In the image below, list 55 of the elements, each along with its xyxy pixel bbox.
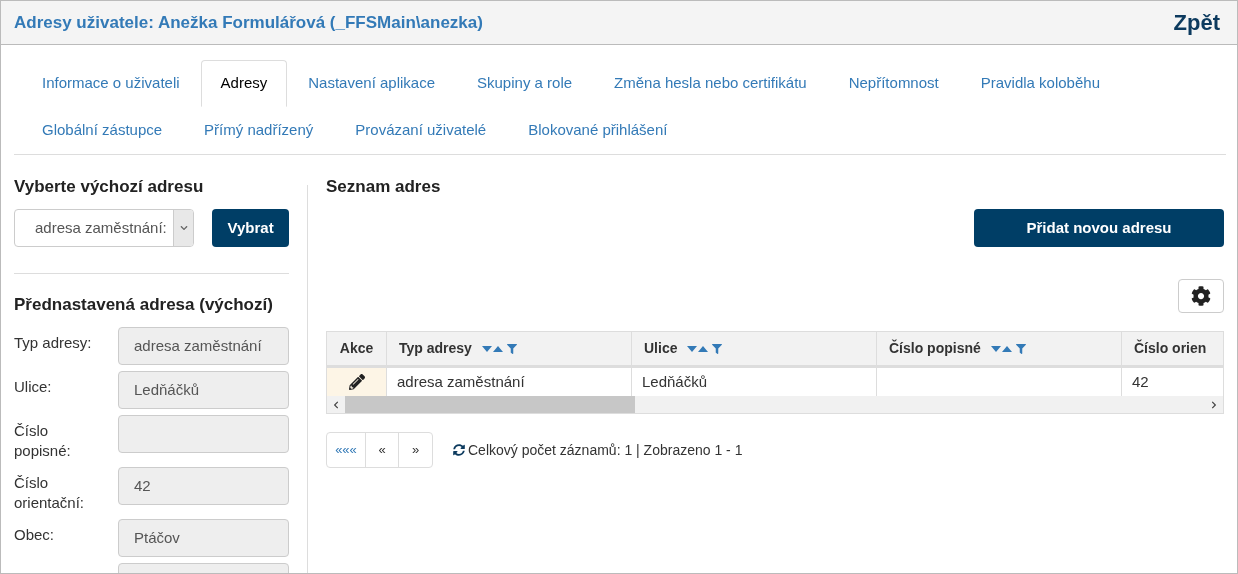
tab[interactable]: Globální zástupce: [21, 107, 184, 154]
tab[interactable]: Provázaní uživatelé: [334, 107, 508, 154]
input-field[interactable]: Ledňáčků: [118, 371, 289, 409]
table-cell-text: 42: [1132, 371, 1149, 392]
next-page-button[interactable]: »: [399, 433, 432, 467]
section-heading: Přednastavená adresa (výchozí): [14, 295, 274, 315]
chevron-down-icon: [179, 224, 188, 232]
page-title: Adresy uživatele: Anežka Formulářová (_FFSMain\anezka): [14, 11, 483, 34]
tab[interactable]: Nastavení aplikace: [287, 60, 456, 107]
sort-icon[interactable]: [481, 344, 504, 353]
section-heading: Vyberte výchozí adresu: [14, 177, 205, 197]
select-button[interactable]: Vybrat: [212, 209, 289, 247]
field-label: Číslo popisné:: [14, 422, 71, 459]
column-header[interactable]: Typ adresy: [387, 332, 632, 365]
column-header[interactable]: Číslo orien: [1122, 332, 1223, 365]
tab[interactable]: Pravidla koloběhu: [959, 60, 1121, 107]
tab[interactable]: Přímý nadřízený: [183, 107, 335, 154]
tab[interactable]: Nepřítomnost: [827, 60, 960, 107]
scroll-left-icon[interactable]: [332, 400, 340, 409]
column-header[interactable]: Ulice: [632, 332, 877, 365]
filter-icon[interactable]: [506, 343, 517, 354]
tab[interactable]: Adresy: [200, 60, 288, 107]
settings-button[interactable]: [1178, 279, 1224, 313]
field-label: Ulice:: [14, 378, 52, 395]
horizontal-scrollbar[interactable]: [327, 396, 1223, 413]
refresh-icon[interactable]: [453, 444, 465, 456]
table-cell-text: adresa zaměstnání: [397, 371, 525, 392]
field-label: Typ adresy:: [14, 334, 92, 351]
previous-page-button[interactable]: «: [366, 433, 399, 467]
column-header[interactable]: Číslo popisné: [877, 332, 1122, 365]
add-address-button[interactable]: Přidat novou adresu: [974, 209, 1224, 247]
field-label: Obec:: [14, 526, 55, 543]
table-cell-text: Ledňáčků: [642, 371, 708, 392]
filter-icon[interactable]: [712, 343, 723, 354]
input-field[interactable]: Ptáčov: [118, 519, 289, 557]
input-field[interactable]: adresa zaměstnání: [118, 327, 289, 365]
back-link[interactable]: Zpět: [1173, 6, 1220, 39]
address-select[interactable]: adresa zaměstnání:: [14, 209, 195, 247]
sort-icon[interactable]: [990, 344, 1013, 353]
tab[interactable]: Změna hesla nebo certifikátu: [593, 60, 828, 107]
column-header[interactable]: Akce: [327, 332, 387, 365]
edit-icon[interactable]: [348, 374, 365, 390]
settings-icon: [1191, 286, 1211, 306]
sort-icon[interactable]: [687, 344, 710, 353]
record-summary: Celkový počet záznamů: 1 | Zobrazeno 1 - 1: [468, 440, 743, 460]
tab[interactable]: Skupiny a role: [456, 60, 594, 107]
section-heading: Seznam adres: [326, 177, 442, 197]
input-field[interactable]: 42: [118, 467, 289, 505]
first-page-button[interactable]: «««: [327, 433, 366, 467]
tab[interactable]: Informace o uživateli: [21, 60, 201, 107]
field-label: Číslo orientační:: [14, 474, 85, 511]
filter-icon[interactable]: [1015, 343, 1026, 354]
tab[interactable]: Blokované přihlášení: [507, 107, 689, 154]
scroll-right-icon[interactable]: [1210, 400, 1218, 409]
input-field[interactable]: [118, 415, 289, 453]
